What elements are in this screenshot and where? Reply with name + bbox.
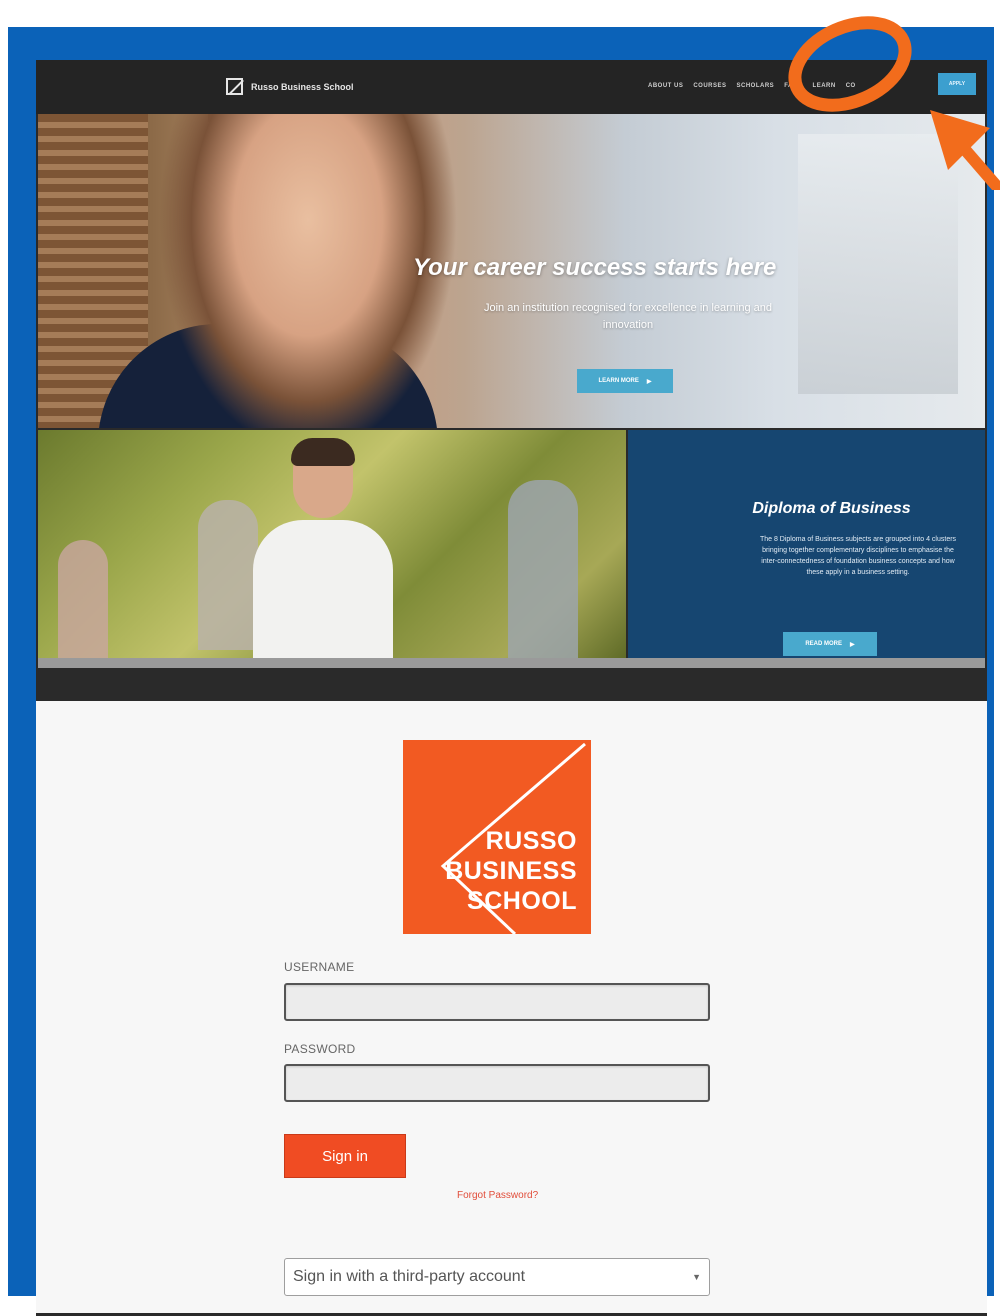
chevron-down-icon: ▼: [692, 1272, 701, 1282]
student-shirt: [253, 520, 393, 658]
student-figure: [58, 540, 108, 658]
sign-in-button[interactable]: Sign in: [284, 1134, 406, 1178]
learn-more-label: LEARN MORE: [598, 378, 639, 384]
slider-bar: [38, 658, 985, 668]
nav-link-scholarships[interactable]: SCHOLARS: [737, 83, 775, 89]
hero-banner: Your career success starts here Join an …: [38, 114, 985, 428]
play-arrow-icon: ▶: [646, 378, 652, 385]
nav-link-about[interactable]: ABOUT US: [648, 83, 683, 89]
play-arrow-icon: ▶: [850, 641, 855, 648]
brand-name: Russo Business School: [251, 81, 354, 92]
annotation-circle: [788, 16, 912, 112]
annotation-arrow-icon: [930, 110, 1000, 190]
username-input[interactable]: [284, 983, 710, 1021]
read-more-button[interactable]: READ MORE ▶: [783, 632, 877, 656]
password-label: PASSWORD: [284, 1042, 356, 1056]
apply-button[interactable]: APPLY: [938, 73, 976, 95]
diploma-description: The 8 Diploma of Business subjects are g…: [759, 536, 957, 576]
logo-line: SCHOOL: [467, 887, 577, 915]
forgot-password-link[interactable]: Forgot Password?: [457, 1190, 538, 1201]
student-figure: [198, 500, 258, 650]
hero-title: Your career success starts here: [413, 254, 777, 281]
students-photo: [38, 430, 626, 658]
nav-link-courses[interactable]: COURSES: [693, 83, 726, 89]
learn-more-button[interactable]: LEARN MORE ▶: [577, 369, 673, 393]
read-more-label: READ MORE: [805, 641, 843, 647]
password-input[interactable]: [284, 1064, 710, 1102]
student-figure-main: [253, 438, 393, 658]
brand-logo-icon: [226, 78, 243, 95]
screenshot-frame: Russo Business School ABOUT US COURSES S…: [8, 27, 994, 1316]
third-party-signin-label: Sign in with a third-party account: [293, 1268, 526, 1285]
russo-business-school-logo: RUSSO BUSINESS SCHOOL: [403, 740, 591, 934]
student-figure: [508, 480, 578, 658]
diploma-panel: Diploma of Business The 8 Diploma of Bus…: [628, 430, 985, 658]
logo-line: RUSSO: [485, 827, 577, 855]
diploma-title: Diploma of Business: [752, 500, 911, 517]
third-party-signin-select[interactable]: Sign in with a third-party account ▼: [284, 1258, 710, 1296]
username-label: USERNAME: [284, 960, 355, 974]
login-panel: RUSSO BUSINESS SCHOOL USERNAME PASSWORD …: [36, 701, 987, 1313]
logo-line: BUSINESS: [445, 857, 577, 885]
brand[interactable]: Russo Business School: [226, 78, 354, 95]
hero-subtitle: Join an institution recognised for excel…: [483, 302, 772, 331]
logo-wordmark: RUSSO BUSINESS SCHOOL: [445, 826, 577, 916]
student-hair: [291, 438, 355, 466]
browser-viewport: Russo Business School ABOUT US COURSES S…: [36, 60, 987, 1316]
